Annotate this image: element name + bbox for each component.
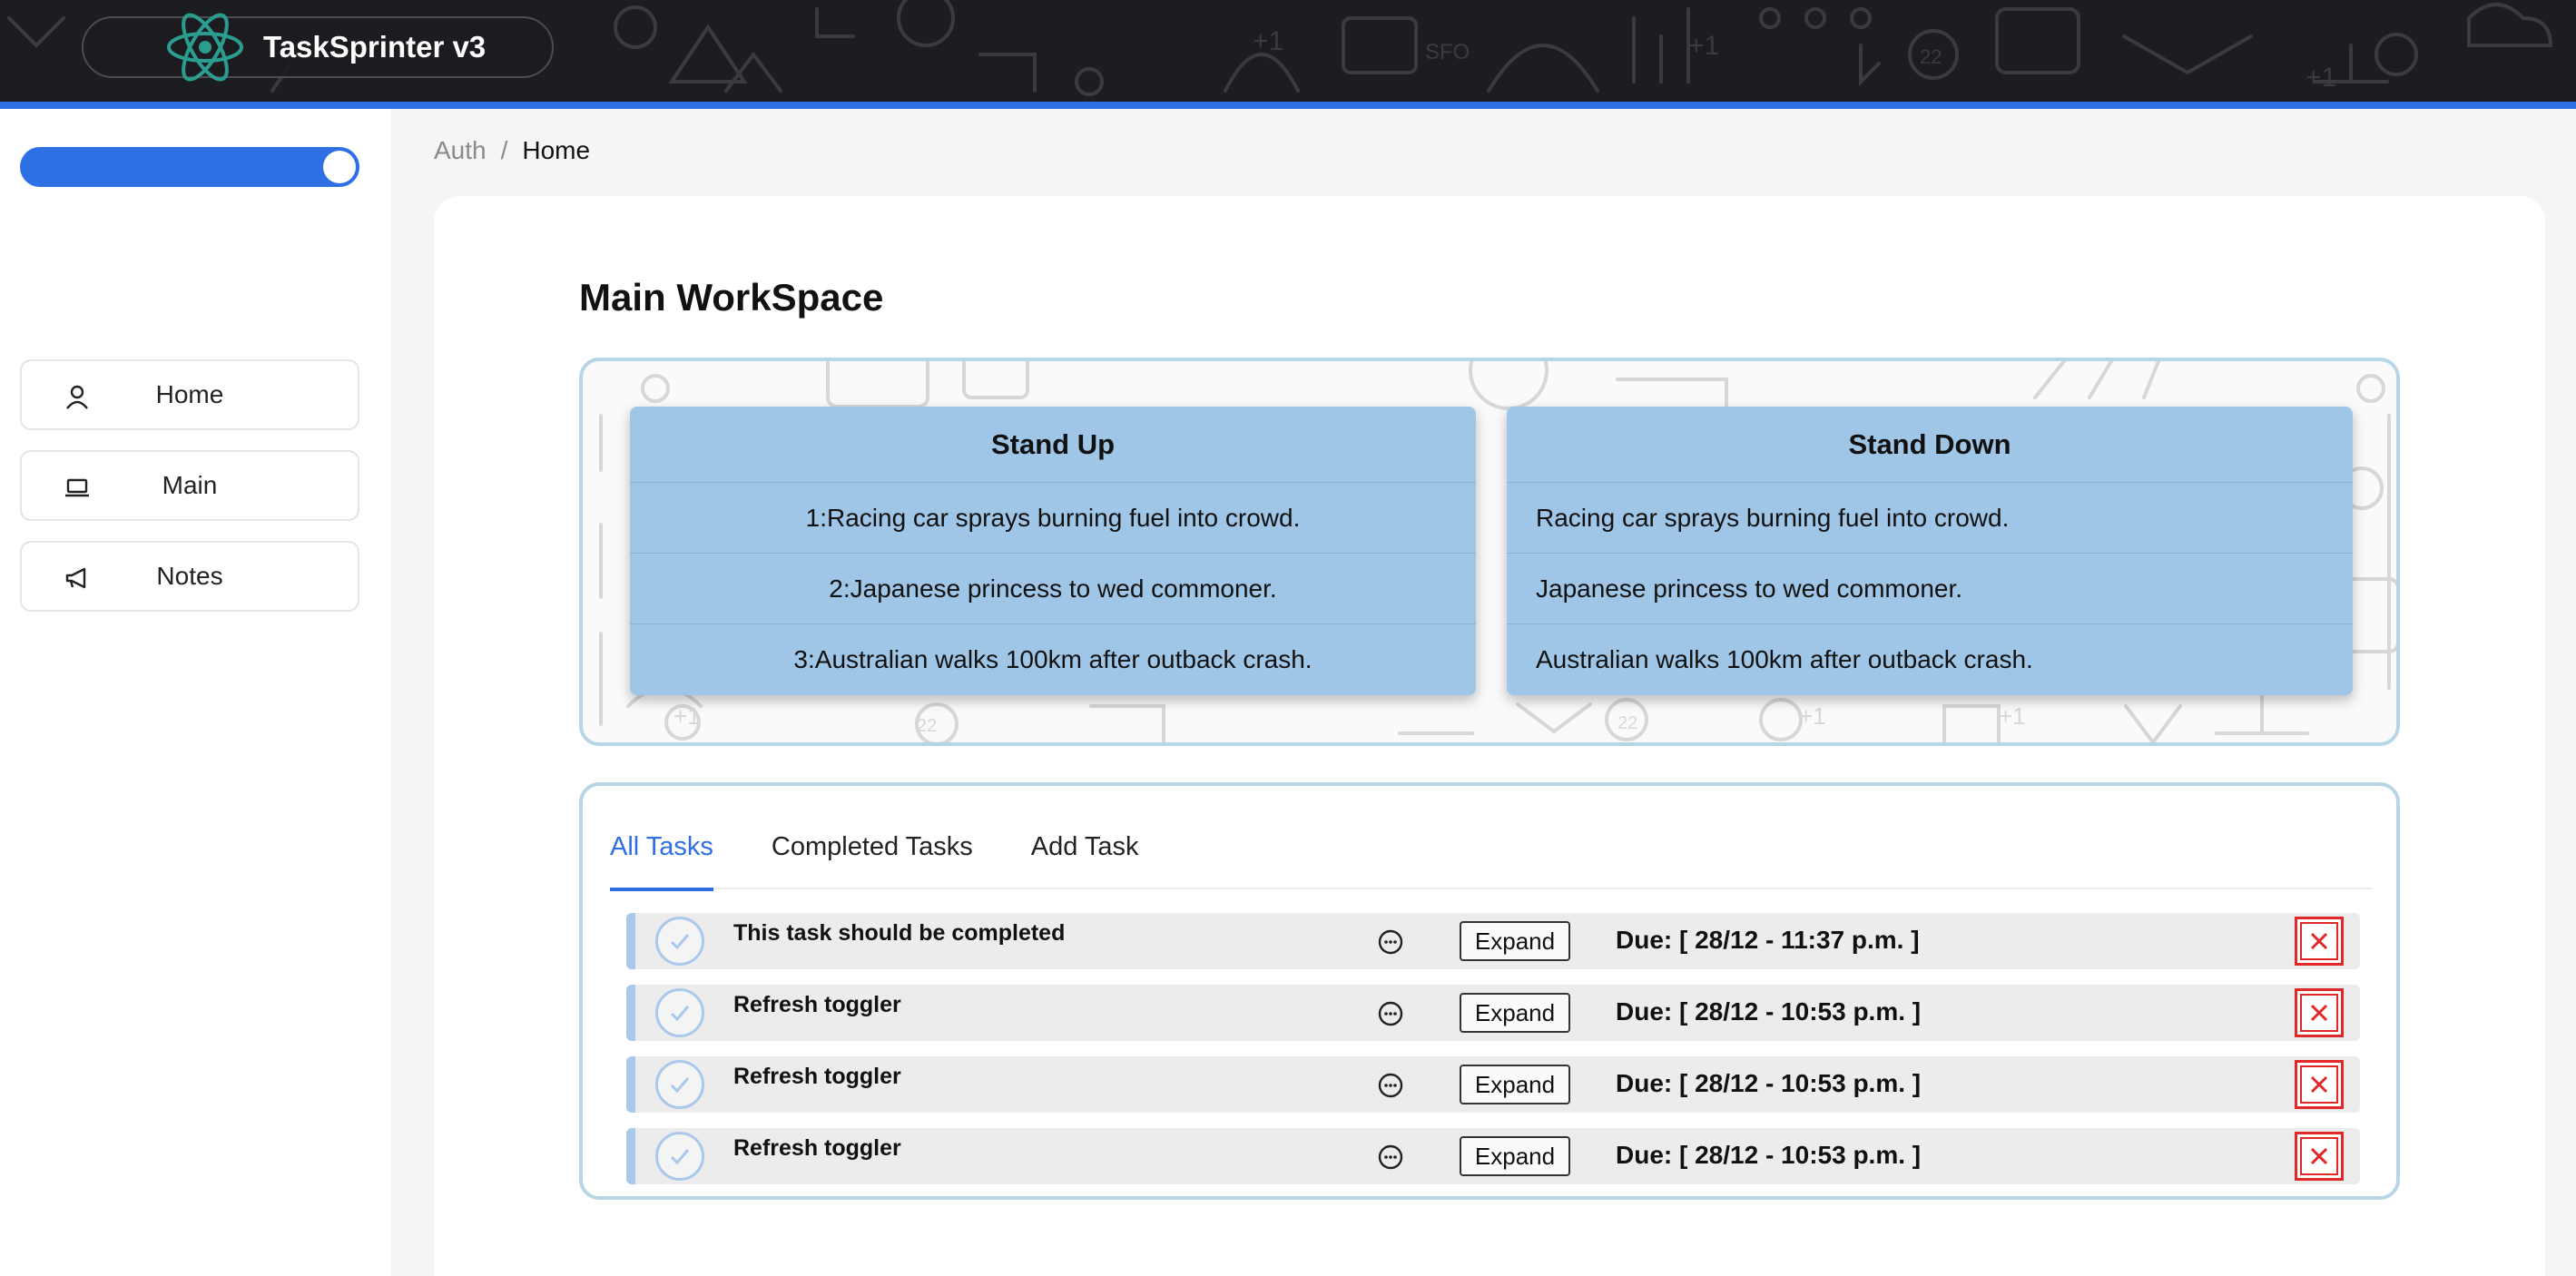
task-due-date: Due: [ 28/12 - 10:53 p.m. ] [1616, 1069, 1922, 1097]
task-tabs: All Tasks Completed Tasks Add Task [610, 804, 2373, 891]
tab-completed-tasks[interactable]: Completed Tasks [772, 804, 973, 889]
delete-task-button[interactable] [2295, 1060, 2344, 1109]
stand-down-card: Stand Down Racing car sprays burning fue… [1507, 407, 2353, 695]
main-content-card: Main WorkSpace +1 +1 +1 22 22 Stand Up 1… [434, 196, 2545, 1276]
sidebar-item-notes[interactable]: Notes [20, 541, 359, 612]
svg-text:+1: +1 [2306, 63, 2336, 93]
user-icon [64, 383, 91, 410]
task-row: Refresh toggler Expand Due: [ 28/12 - 10… [626, 985, 2360, 1041]
svg-text:SFO: SFO [1425, 40, 1470, 64]
close-icon [2300, 1065, 2338, 1104]
delete-task-button[interactable] [2295, 1132, 2344, 1181]
sidebar-item-main[interactable]: Main [20, 450, 359, 521]
stand-down-item: Australian walks 100km after outback cra… [1536, 645, 2033, 673]
react-atom-icon [163, 5, 247, 89]
task-title: Refresh toggler [733, 1064, 901, 1089]
sidebar-item-home[interactable]: Home [20, 359, 359, 430]
task-due-date: Due: [ 28/12 - 10:53 p.m. ] [1616, 1141, 1922, 1169]
comment-icon[interactable] [1376, 1143, 1405, 1172]
comment-icon[interactable] [1376, 999, 1405, 1028]
laptop-icon [64, 474, 91, 501]
breadcrumb-current: Home [522, 136, 591, 164]
app-header: +1 +1 +1 SFO 22 TaskSprinter v3 [0, 0, 2576, 102]
svg-text:+1: +1 [1799, 702, 1826, 730]
task-title: Refresh toggler [733, 1135, 901, 1161]
check-icon [670, 1149, 690, 1165]
stand-down-item: Racing car sprays burning fuel into crow… [1507, 483, 2353, 554]
breadcrumb-auth-link[interactable]: Auth [434, 136, 487, 165]
stand-up-item: 1:Racing car sprays burning fuel into cr… [630, 483, 1476, 554]
check-icon [670, 1077, 690, 1094]
brand-pill[interactable]: TaskSprinter v3 [82, 13, 554, 82]
stand-up-heading: Stand Up [630, 407, 1476, 483]
svg-text:22: 22 [917, 716, 937, 736]
tab-add-task[interactable]: Add Task [1031, 804, 1139, 889]
expand-button[interactable]: Expand [1460, 921, 1570, 961]
expand-button[interactable]: Expand [1460, 1065, 1570, 1104]
task-title: Refresh toggler [733, 992, 901, 1017]
close-icon [2300, 922, 2338, 960]
app-title: TaskSprinter v3 [263, 30, 487, 64]
comment-icon[interactable] [1376, 928, 1405, 957]
task-due-date: Due: [ 28/12 - 10:53 p.m. ] [1616, 997, 1922, 1026]
expand-button[interactable]: Expand [1460, 993, 1570, 1033]
svg-text:+1: +1 [1999, 702, 2026, 730]
comment-icon[interactable] [1376, 1071, 1405, 1100]
complete-check-button[interactable] [655, 917, 704, 966]
complete-check-button[interactable] [655, 1132, 704, 1181]
check-icon [670, 1006, 690, 1022]
stand-up-item: 2:Japanese princess to wed commoner. [630, 554, 1476, 624]
svg-text:+1: +1 [1688, 31, 1719, 61]
stand-down-item: Japanese princess to wed commoner. [1507, 554, 2353, 624]
svg-text:+1: +1 [1253, 26, 1283, 56]
complete-check-button[interactable] [655, 1060, 704, 1109]
stand-up-item: 3:Australian walks 100km after outback c… [793, 645, 1313, 673]
breadcrumb: Auth / Home [434, 136, 590, 165]
close-icon [2300, 1137, 2338, 1175]
header-accent-bar [0, 102, 2576, 109]
standup-panel: +1 +1 +1 22 22 Stand Up 1:Racing car spr… [579, 358, 2400, 746]
delete-task-button[interactable] [2295, 917, 2344, 966]
task-due-date: Due: [ 28/12 - 11:37 p.m. ] [1616, 926, 1920, 954]
stand-down-heading: Stand Down [1507, 407, 2353, 483]
megaphone-icon [64, 564, 91, 592]
check-icon [670, 934, 690, 950]
delete-task-button[interactable] [2295, 988, 2344, 1037]
tab-all-tasks[interactable]: All Tasks [610, 804, 713, 891]
task-row: Refresh toggler Expand Due: [ 28/12 - 10… [626, 1128, 2360, 1184]
svg-text:22: 22 [1617, 713, 1637, 733]
toggle-knob[interactable] [323, 151, 356, 183]
svg-text:+1: +1 [673, 702, 701, 730]
task-title: This task should be completed [733, 920, 1066, 946]
tasks-panel: All Tasks Completed Tasks Add Task This … [579, 782, 2400, 1200]
task-row: Refresh toggler Expand Due: [ 28/12 - 10… [626, 1056, 2360, 1113]
sidebar-toggle[interactable] [20, 147, 359, 187]
expand-button[interactable]: Expand [1460, 1136, 1570, 1176]
stand-up-card: Stand Up 1:Racing car sprays burning fue… [630, 407, 1476, 695]
page-title: Main WorkSpace [579, 276, 884, 319]
breadcrumb-separator: / [500, 136, 508, 164]
sidebar: Home Main Notes [0, 109, 390, 1276]
svg-text:22: 22 [1920, 45, 1942, 68]
complete-check-button[interactable] [655, 988, 704, 1037]
close-icon [2300, 994, 2338, 1032]
task-row: This task should be completed Expand Due… [626, 913, 2360, 969]
